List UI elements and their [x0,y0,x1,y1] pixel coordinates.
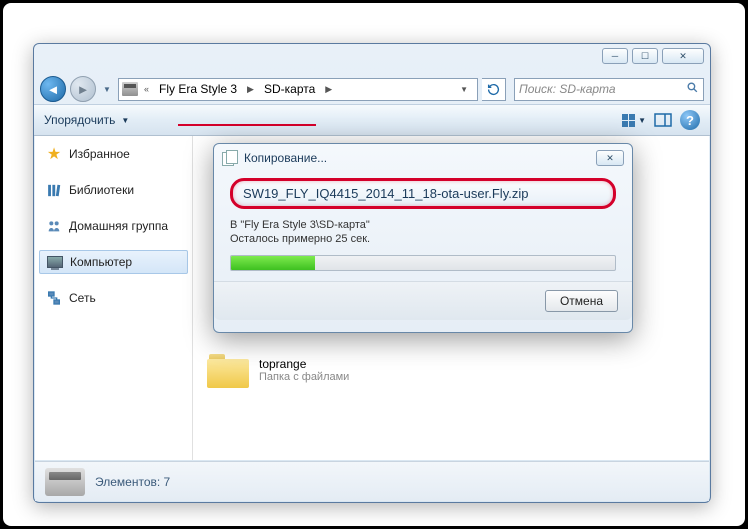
sidebar-item-label: Избранное [69,147,130,161]
copy-icon [222,150,238,166]
help-button[interactable]: ? [680,110,700,130]
progress-fill [231,256,315,270]
libraries-icon [45,181,63,199]
search-input[interactable]: Поиск: SD-карта [514,78,704,101]
address-dropdown-icon[interactable]: ▼ [454,85,474,94]
progress-bar [230,255,616,271]
sidebar-item-homegroup[interactable]: Домашняя группа [35,214,192,238]
status-bar: Элементов: 7 [35,461,709,501]
sidebar: ★ Избранное Библиотеки Домашняя группа [35,136,193,460]
maximize-button[interactable]: ☐ [632,48,658,64]
sidebar-item-label: Компьютер [70,255,132,269]
star-icon: ★ [45,145,63,163]
close-button[interactable]: ✕ [662,48,704,64]
breadcrumb-seg-2[interactable]: SD-карта [260,80,319,98]
nav-history-dropdown[interactable]: ▼ [100,76,114,102]
status-text: Элементов: 7 [95,475,170,489]
filename-highlight: SW19_FLY_IQ4415_2014_11_18-ota-user.Fly.… [230,178,616,209]
back-button[interactable]: ◄ [40,76,66,102]
chevron-down-icon[interactable]: ▼ [121,116,129,125]
preview-pane-button[interactable] [652,109,674,131]
chevron-right-icon[interactable]: ▶ [243,82,258,97]
drive-icon [45,468,85,496]
breadcrumb-overflow-icon[interactable]: « [140,82,153,96]
copying-filename: SW19_FLY_IQ4415_2014_11_18-ota-user.Fly.… [243,186,603,201]
window-titlebar: ─ ☐ ✕ [34,44,710,74]
sidebar-item-label: Домашняя группа [69,219,168,233]
minimize-button[interactable]: ─ [602,48,628,64]
time-remaining-text: Осталось примерно 25 сек. [230,233,616,245]
nav-row: ◄ ► ▼ « Fly Era Style 3 ▶ SD-карта ▶ ▼ П… [34,74,710,104]
sidebar-item-computer[interactable]: Компьютер [39,250,188,274]
sidebar-item-favorites[interactable]: ★ Избранное [35,142,192,166]
sidebar-item-network[interactable]: Сеть [35,286,192,310]
organize-button[interactable]: Упорядочить [44,113,115,127]
cancel-button[interactable]: Отмена [545,290,618,312]
refresh-button[interactable] [482,78,506,101]
folder-subtitle: Папка с файлами [259,371,349,383]
breadcrumb-seg-1[interactable]: Fly Era Style 3 [155,80,241,98]
view-options-button[interactable]: ▼ [622,114,646,127]
folder-name: toprange [259,357,349,371]
sidebar-item-libraries[interactable]: Библиотеки [35,178,192,202]
copy-dialog: Копирование... ✕ SW19_FLY_IQ4415_2014_11… [213,143,633,333]
dialog-title: Копирование... [244,151,327,165]
address-bar[interactable]: « Fly Era Style 3 ▶ SD-карта ▶ ▼ [118,78,478,101]
homegroup-icon [45,217,63,235]
drive-icon [122,82,138,96]
folder-item[interactable]: toprange Папка с файлами [207,352,695,388]
toolbar: Упорядочить ▼ ▼ ? [34,104,710,136]
sidebar-item-label: Библиотеки [69,183,134,197]
network-icon [45,289,63,307]
search-placeholder: Поиск: SD-карта [519,82,616,96]
destination-text: В "Fly Era Style 3\SD-карта" [230,219,616,231]
forward-button[interactable]: ► [70,76,96,102]
chevron-right-icon[interactable]: ▶ [321,82,336,97]
sidebar-item-label: Сеть [69,291,96,305]
computer-icon [46,253,64,271]
search-icon [686,81,699,97]
dialog-titlebar[interactable]: Копирование... ✕ [214,144,632,172]
dialog-close-button[interactable]: ✕ [596,150,624,166]
folder-icon [207,352,249,388]
annotation-underline [178,124,316,126]
